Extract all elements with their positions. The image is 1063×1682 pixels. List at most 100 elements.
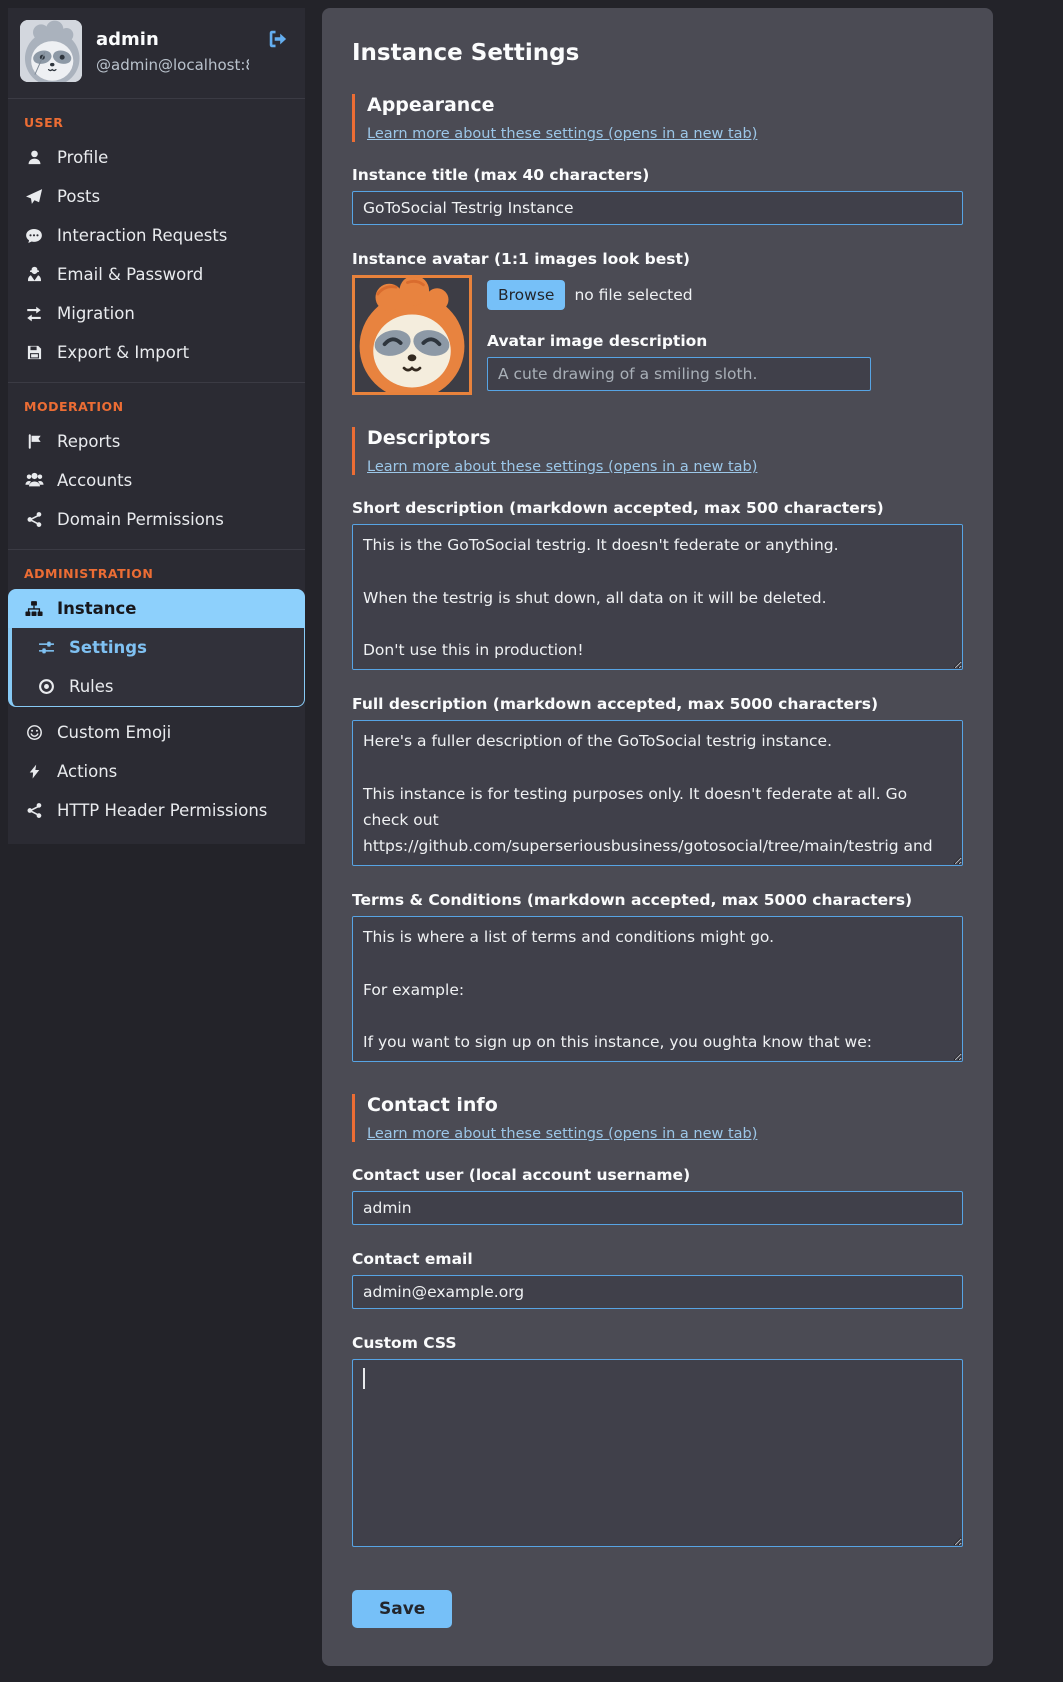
sidebar-item-label: Settings — [69, 638, 147, 657]
learn-more-link[interactable]: Learn more about these settings (opens i… — [367, 1126, 757, 1142]
sidebar-item-http-header-permissions[interactable]: HTTP Header Permissions — [8, 791, 305, 830]
sidebar-item-rules[interactable]: Rules — [12, 667, 304, 706]
page-title: Instance Settings — [352, 40, 963, 66]
arrow-right-from-bracket-icon[interactable] — [263, 24, 293, 58]
comment-dots-icon — [24, 227, 44, 245]
user-card: admin @admin@localhost:8... — [8, 8, 305, 94]
short-description-label: Short description (markdown accepted, ma… — [352, 499, 963, 517]
floppy-disk-icon — [24, 344, 44, 362]
sliders-icon — [36, 639, 56, 657]
field-full-description: Full description (markdown accepted, max… — [352, 695, 963, 866]
sidebar-item-label: Custom Emoji — [57, 723, 171, 742]
sloth-avatar-orange — [355, 278, 469, 392]
sidebar-item-label: Domain Permissions — [57, 510, 224, 529]
sidebar-item-accounts[interactable]: Accounts — [8, 461, 305, 500]
instance-title-label: Instance title (max 40 characters) — [352, 166, 963, 184]
sidebar-item-label: Email & Password — [57, 265, 203, 284]
sidebar: admin @admin@localhost:8... USER Profile… — [8, 8, 305, 844]
terms-label: Terms & Conditions (markdown accepted, m… — [352, 891, 963, 909]
sidebar-item-label: Interaction Requests — [57, 226, 227, 245]
instance-submenu: Settings Rules — [8, 628, 305, 707]
field-terms: Terms & Conditions (markdown accepted, m… — [352, 891, 963, 1062]
sidebar-item-posts[interactable]: Posts — [8, 177, 305, 216]
sidebar-item-label: Posts — [57, 187, 100, 206]
sidebar-item-label: Profile — [57, 148, 108, 167]
user-icon — [24, 149, 44, 167]
sidebar-item-label: Migration — [57, 304, 135, 323]
sidebar-item-domain-permissions[interactable]: Domain Permissions — [8, 500, 305, 539]
contact-user-label: Contact user (local account username) — [352, 1166, 963, 1184]
instance-title-input[interactable] — [352, 191, 963, 225]
section-label-moderation: MODERATION — [8, 383, 305, 422]
user-avatar — [20, 20, 82, 82]
save-button[interactable]: Save — [352, 1590, 452, 1628]
sidebar-item-label: Instance — [57, 599, 136, 618]
sidebar-item-settings[interactable]: Settings — [12, 628, 304, 667]
avatar-description-input[interactable] — [487, 357, 871, 391]
sidebar-item-actions[interactable]: Actions — [8, 752, 305, 791]
avatar-description-label: Avatar image description — [487, 332, 963, 350]
field-instance-title: Instance title (max 40 characters) — [352, 166, 963, 225]
section-title: Appearance — [367, 94, 963, 116]
contact-email-label: Contact email — [352, 1250, 963, 1268]
full-description-textarea[interactable]: Here's a fuller description of the GoToS… — [352, 720, 963, 866]
flag-icon — [24, 433, 44, 451]
share-nodes-icon — [24, 511, 44, 529]
field-custom-css: Custom CSS — [352, 1334, 963, 1547]
sidebar-item-label: Rules — [69, 677, 114, 696]
custom-css-textarea[interactable] — [352, 1359, 963, 1547]
user-meta: admin @admin@localhost:8... — [96, 29, 249, 74]
instance-settings-panel: Instance Settings Appearance Learn more … — [322, 8, 993, 1666]
instance-avatar-label: Instance avatar (1:1 images look best) — [352, 250, 963, 268]
user-secret-icon — [24, 266, 44, 284]
arrows-right-left-icon — [24, 305, 44, 323]
sidebar-item-label: HTTP Header Permissions — [57, 801, 267, 820]
sidebar-item-interaction-requests[interactable]: Interaction Requests — [8, 216, 305, 255]
field-short-description: Short description (markdown accepted, ma… — [352, 499, 963, 670]
paper-plane-icon — [24, 188, 44, 206]
sidebar-item-email-password[interactable]: Email & Password — [8, 255, 305, 294]
user-handle: @admin@localhost:8... — [96, 56, 249, 74]
sidebar-item-reports[interactable]: Reports — [8, 422, 305, 461]
section-appearance: Appearance Learn more about these settin… — [352, 94, 963, 142]
sidebar-item-label: Reports — [57, 432, 120, 451]
sidebar-item-label: Accounts — [57, 471, 132, 490]
sidebar-item-export-import[interactable]: Export & Import — [8, 333, 305, 372]
circle-dot-icon — [36, 678, 56, 696]
browse-button[interactable]: Browse — [487, 280, 565, 310]
share-nodes-icon — [24, 802, 44, 820]
field-instance-avatar: Instance avatar (1:1 images look best) — [352, 250, 963, 395]
face-smile-icon — [24, 724, 44, 742]
sitemap-icon — [24, 600, 44, 618]
custom-css-label: Custom CSS — [352, 1334, 963, 1352]
short-description-textarea[interactable]: This is the GoToSocial testrig. It doesn… — [352, 524, 963, 670]
section-title: Contact info — [367, 1094, 963, 1116]
users-icon — [24, 472, 44, 490]
field-contact-email: Contact email — [352, 1250, 963, 1309]
field-contact-user: Contact user (local account username) — [352, 1166, 963, 1225]
contact-user-input[interactable] — [352, 1191, 963, 1225]
instance-avatar-image — [352, 275, 472, 395]
sidebar-item-profile[interactable]: Profile — [8, 138, 305, 177]
sidebar-item-instance[interactable]: Instance — [8, 589, 305, 628]
file-status-text: no file selected — [574, 286, 692, 304]
text-caret — [363, 1368, 365, 1389]
sidebar-item-label: Actions — [57, 762, 117, 781]
contact-email-input[interactable] — [352, 1275, 963, 1309]
terms-textarea[interactable]: This is where a list of terms and condit… — [352, 916, 963, 1062]
learn-more-link[interactable]: Learn more about these settings (opens i… — [367, 459, 757, 475]
sidebar-item-custom-emoji[interactable]: Custom Emoji — [8, 713, 305, 752]
section-contact-info: Contact info Learn more about these sett… — [352, 1094, 963, 1142]
bolt-icon — [24, 763, 44, 781]
section-label-user: USER — [8, 99, 305, 138]
section-label-administration: ADMINISTRATION — [8, 550, 305, 589]
user-name: admin — [96, 29, 249, 50]
avatar-row: Browse no file selected Avatar image des… — [352, 275, 963, 395]
learn-more-link[interactable]: Learn more about these settings (opens i… — [367, 126, 757, 142]
full-description-label: Full description (markdown accepted, max… — [352, 695, 963, 713]
sidebar-item-migration[interactable]: Migration — [8, 294, 305, 333]
section-title: Descriptors — [367, 427, 963, 449]
sloth-avatar-gray — [20, 20, 82, 82]
section-descriptors: Descriptors Learn more about these setti… — [352, 427, 963, 475]
sidebar-item-label: Export & Import — [57, 343, 189, 362]
